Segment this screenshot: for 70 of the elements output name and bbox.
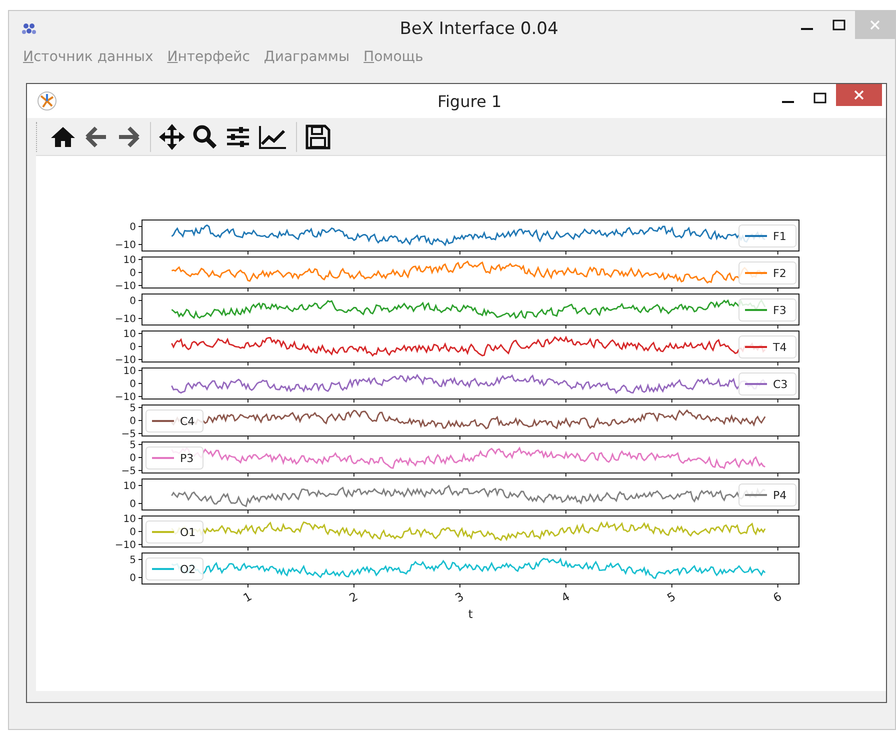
tick-label: 0 xyxy=(130,453,136,464)
legend-box xyxy=(738,224,796,248)
menu-item[interactable]: Интерфейс xyxy=(167,49,250,75)
tick-label: 0 xyxy=(130,268,136,279)
tick-label: 6 xyxy=(770,589,784,606)
legend-box xyxy=(738,336,796,358)
legend-box xyxy=(738,484,796,506)
legend-box xyxy=(146,410,204,432)
legend-label: O2 xyxy=(180,563,196,576)
tick-label: 10 xyxy=(123,481,136,492)
tick-label: 3 xyxy=(452,589,466,606)
maximize-icon xyxy=(813,91,827,105)
tick-label: 0 xyxy=(130,499,136,510)
legend-box xyxy=(146,520,204,544)
tick-label: 0 xyxy=(130,379,136,390)
tick-label: 0 xyxy=(130,342,136,353)
legend-box xyxy=(738,298,796,322)
legend-box xyxy=(146,558,204,580)
tick-label: 4 xyxy=(558,589,572,606)
tick-label: 10 xyxy=(123,366,136,377)
tick-label: −10 xyxy=(114,240,136,251)
close-button[interactable] xyxy=(836,84,882,106)
tick-label: 0 xyxy=(130,416,136,427)
legend-label: C3 xyxy=(773,378,788,391)
tick-label: 0 xyxy=(130,573,136,584)
tick-label: 0 xyxy=(130,527,136,538)
tick-label: −10 xyxy=(114,314,136,325)
window-title: BeX Interface 0.04 xyxy=(398,19,560,39)
save-icon[interactable] xyxy=(303,124,333,150)
legend-box xyxy=(738,372,796,396)
tick-label: 1 xyxy=(240,589,254,606)
menu-item[interactable]: Помощь xyxy=(364,49,424,75)
tick-label: −10 xyxy=(114,355,136,366)
minimize-icon xyxy=(782,101,794,103)
tick-label: −5 xyxy=(121,466,136,477)
tick-label: 0 xyxy=(130,296,136,307)
axis-label: t xyxy=(468,607,473,621)
tick-label: 2 xyxy=(346,589,360,606)
app-icon xyxy=(21,21,37,37)
legend-label: O1 xyxy=(180,526,196,539)
figure-icon xyxy=(37,91,57,111)
legend-label: F3 xyxy=(773,304,786,317)
tick-label: 5 xyxy=(130,403,136,414)
tick-label: −5 xyxy=(121,429,136,440)
tick-label: −10 xyxy=(114,392,136,403)
legend-label: P4 xyxy=(773,489,787,502)
figure-title: Figure 1 xyxy=(436,92,503,110)
tick-label: 10 xyxy=(123,329,136,340)
legend-label: F1 xyxy=(773,230,786,243)
tick-label: 10 xyxy=(123,255,136,266)
legend-label: P3 xyxy=(180,452,194,465)
maximize-icon xyxy=(832,18,846,32)
close-icon xyxy=(852,88,866,102)
tick-label: 5 xyxy=(130,440,136,451)
legend-box xyxy=(738,262,796,284)
legend-box xyxy=(146,446,204,470)
legend-label: F2 xyxy=(773,267,786,280)
tick-label: −10 xyxy=(114,540,136,551)
minimize-icon xyxy=(801,28,813,30)
tick-label: 5 xyxy=(664,589,678,606)
close-icon xyxy=(868,18,882,32)
tick-label: −10 xyxy=(114,281,136,292)
legend-label: C4 xyxy=(180,415,195,428)
menu-item[interactable]: Источник данных xyxy=(23,49,154,75)
tick-label: 0 xyxy=(130,222,136,233)
move-icon[interactable] xyxy=(157,124,187,150)
menu-item[interactable]: Диаграммы xyxy=(264,49,350,75)
legend-label: T4 xyxy=(773,341,787,354)
tick-label: 10 xyxy=(123,514,136,525)
tick-label: 5 xyxy=(130,555,136,566)
